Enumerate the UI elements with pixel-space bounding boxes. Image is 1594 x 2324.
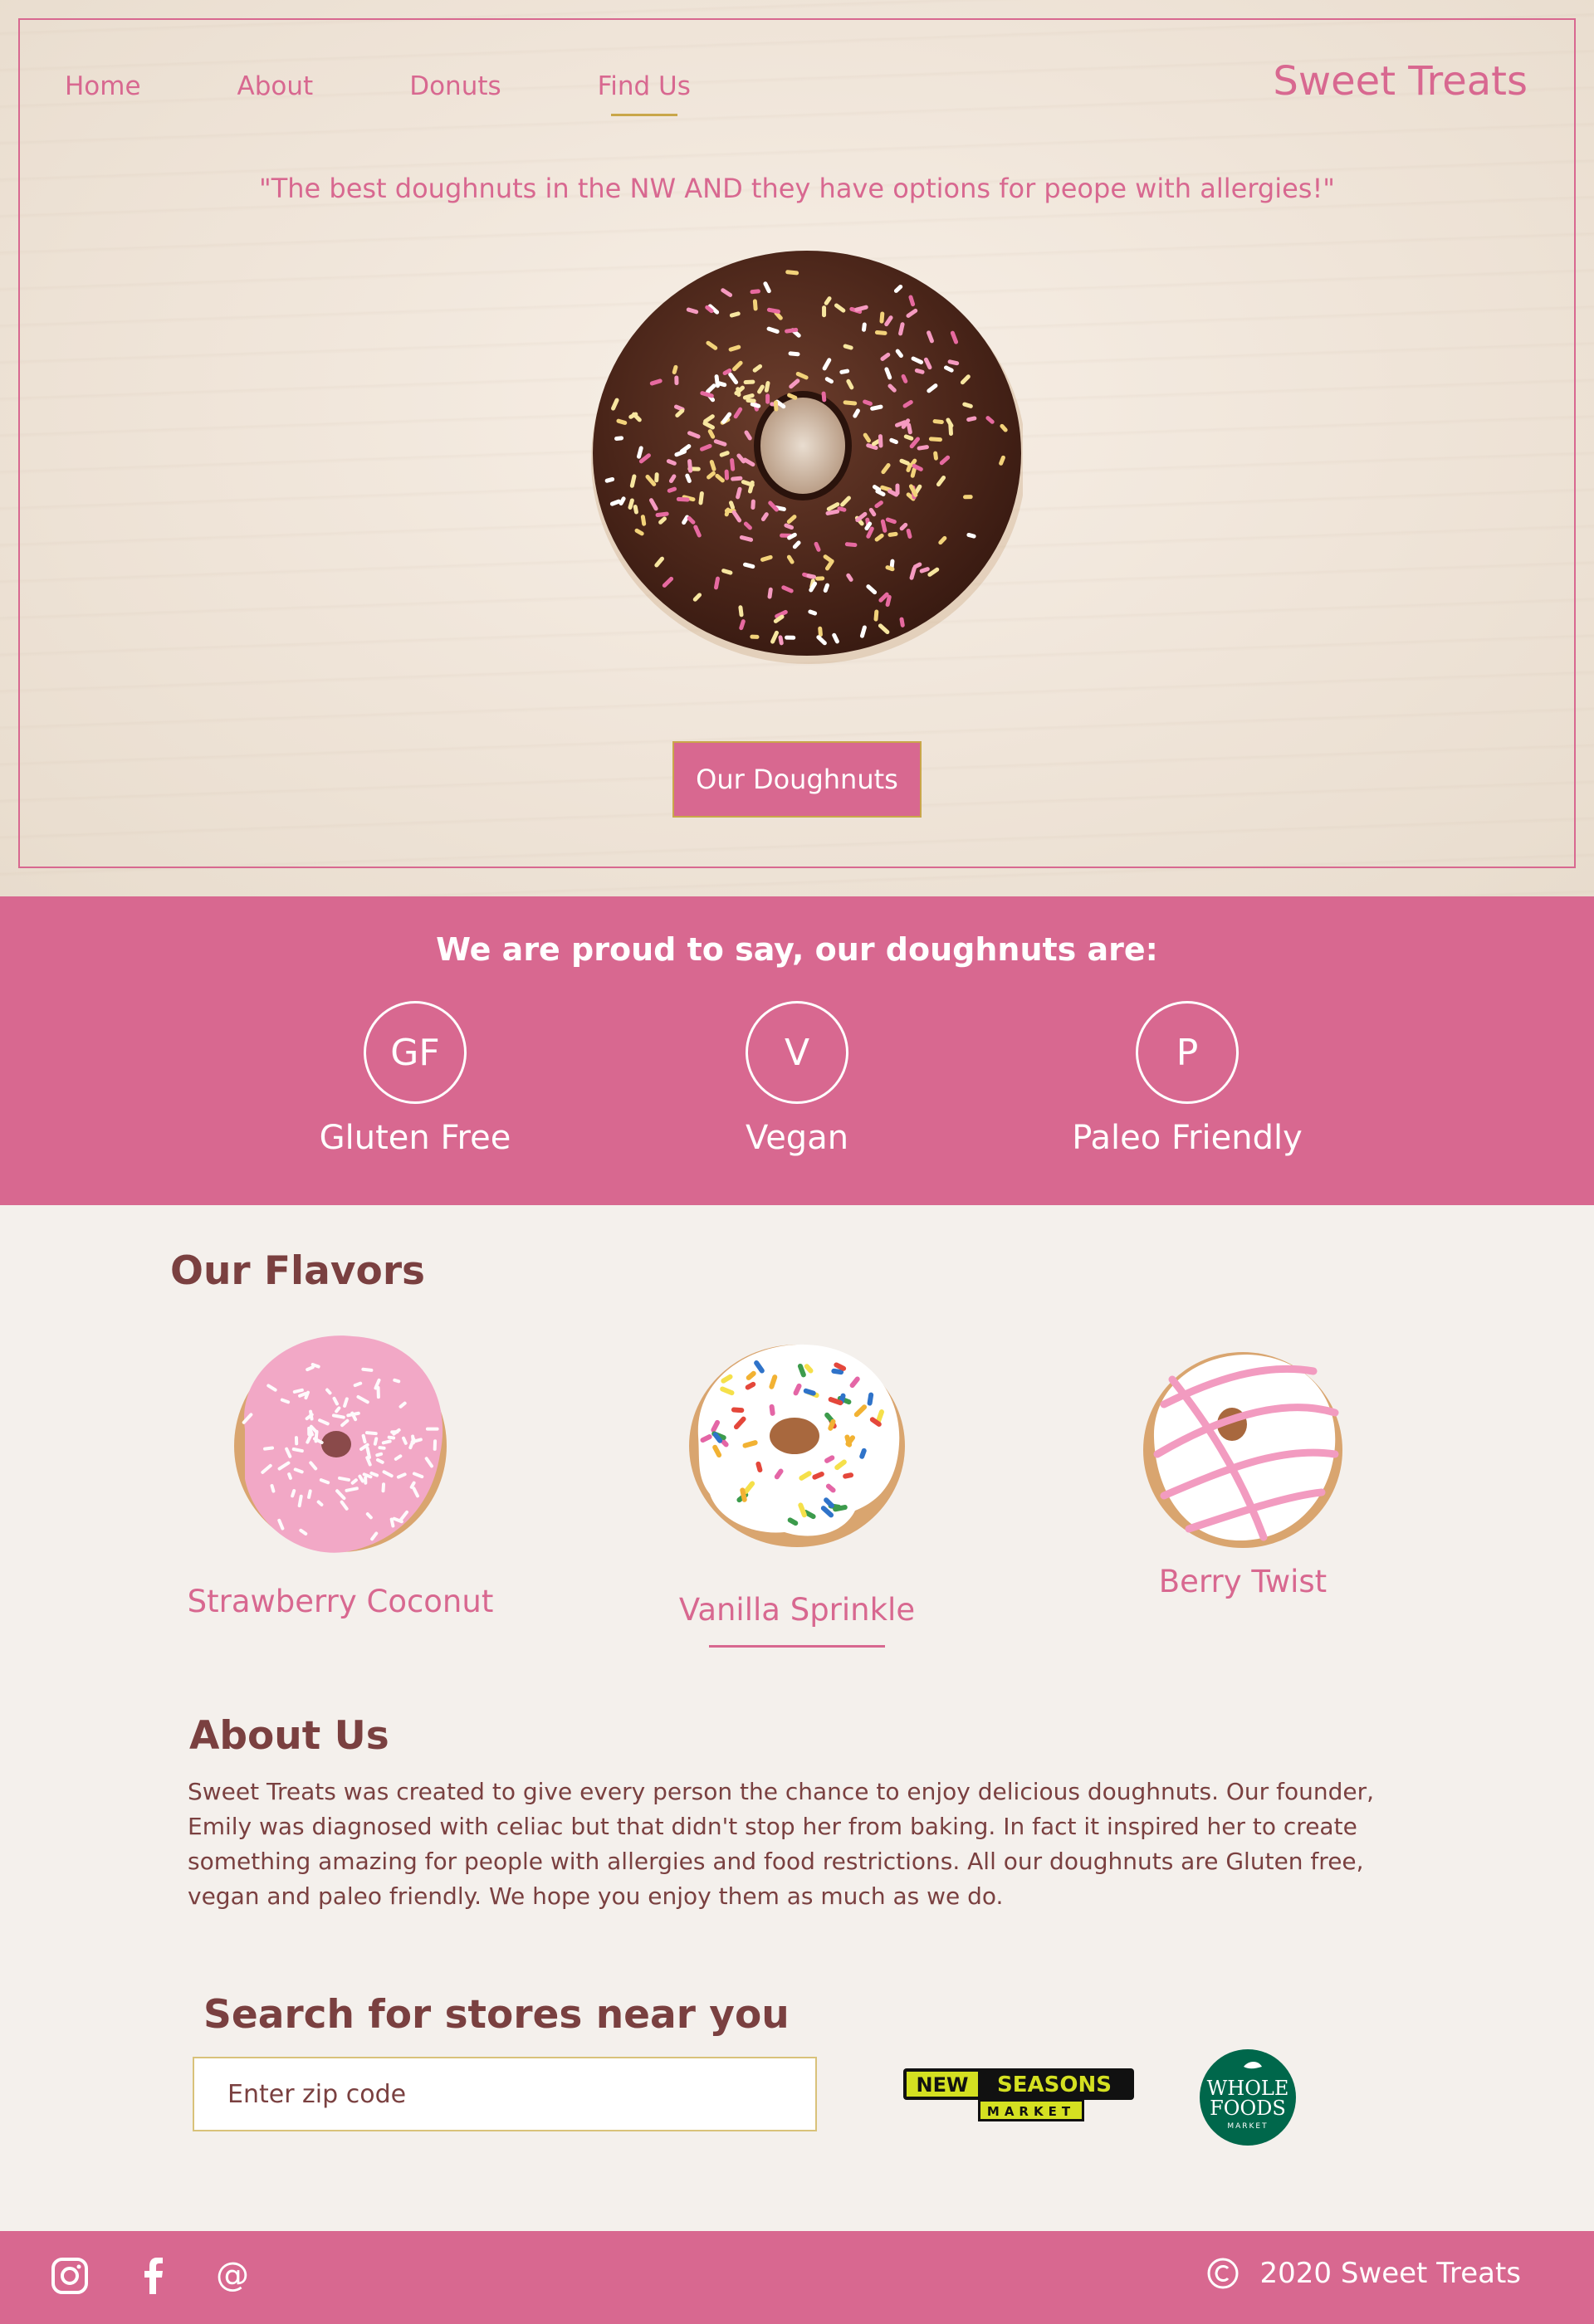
- paleo-badge: P Paleo Friendly: [1063, 1001, 1312, 1157]
- flavor-card-strawberry-coconut[interactable]: Strawberry Coconut: [174, 1321, 506, 1619]
- instagram-icon[interactable]: [48, 2254, 91, 2297]
- p-circle-icon: P: [1136, 1001, 1239, 1104]
- nav-about[interactable]: About: [237, 71, 314, 101]
- chocolate-sprinkle-donut-image: [591, 251, 1023, 664]
- gluten-free-badge: GF Gluten Free: [291, 1001, 540, 1157]
- flavor-name: Strawberry Coconut: [187, 1584, 494, 1619]
- whole-foods-logo[interactable]: WHOLE FOODS MARKET: [1199, 2048, 1297, 2146]
- copyright-icon: [1207, 2258, 1238, 2289]
- hero-section: Home About Donuts Find Us Sweet Treats "…: [0, 0, 1594, 896]
- gf-circle-icon: GF: [364, 1001, 467, 1104]
- dietary-title: We are proud to say, our doughnuts are:: [436, 931, 1158, 968]
- copyright-notice: 2020 Sweet Treats: [1205, 2256, 1522, 2291]
- new-seasons-word-seasons: SEASONS: [997, 2073, 1112, 2097]
- v-circle-icon: V: [746, 1001, 848, 1104]
- store-search-heading: Search for stores near you: [203, 1992, 790, 2038]
- nav-find-us[interactable]: Find Us: [598, 71, 691, 116]
- main-nav: Home About Donuts Find Us: [65, 65, 787, 116]
- nav-donuts[interactable]: Donuts: [409, 71, 501, 101]
- berry-twist-donut-image: [1143, 1352, 1342, 1548]
- new-seasons-market: MARKET: [987, 2104, 1075, 2119]
- strawberry-coconut-donut-image: [234, 1335, 447, 1553]
- footer: @ 2020 Sweet Treats: [0, 2231, 1594, 2324]
- whole-foods-market: MARKET: [1227, 2122, 1268, 2131]
- copyright-text: 2020 Sweet Treats: [1259, 2257, 1522, 2290]
- new-seasons-word-new: NEW: [917, 2073, 969, 2097]
- flavors-heading: Our Flavors: [170, 1248, 425, 1294]
- at-icon[interactable]: @: [211, 2254, 254, 2297]
- new-seasons-logo[interactable]: NEW SEASONS MARKET: [902, 2067, 1136, 2125]
- svg-text:@: @: [216, 2256, 249, 2294]
- badge-label: Paleo Friendly: [1072, 1119, 1303, 1157]
- flavor-card-vanilla-sprinkle[interactable]: Vanilla Sprinkle: [631, 1336, 963, 1648]
- hero-quote: "The best doughnuts in the NW AND they h…: [258, 173, 1336, 204]
- brand-logo[interactable]: Sweet Treats: [1273, 58, 1528, 105]
- about-paragraph: Sweet Treats was created to give every p…: [188, 1778, 1374, 1910]
- dietary-section: We are proud to say, our doughnuts are: …: [0, 896, 1594, 1205]
- facebook-icon[interactable]: [131, 2254, 174, 2297]
- vegan-badge: V Vegan: [672, 1001, 922, 1157]
- flavor-card-berry-twist[interactable]: Berry Twist: [1077, 1346, 1409, 1599]
- our-doughnuts-button[interactable]: Our Doughnuts: [672, 741, 922, 818]
- nav-home[interactable]: Home: [65, 71, 141, 101]
- badge-label: Gluten Free: [319, 1119, 511, 1157]
- vanilla-sprinkle-donut-image: [689, 1344, 905, 1547]
- zip-code-input[interactable]: [193, 2057, 817, 2131]
- flavor-name: Berry Twist: [1158, 1564, 1328, 1599]
- whole-foods-word-foods: FOODS: [1210, 2097, 1286, 2120]
- flavor-name: Vanilla Sprinkle: [678, 1592, 916, 1648]
- badge-label: Vegan: [745, 1119, 849, 1157]
- about-heading: About Us: [189, 1713, 389, 1759]
